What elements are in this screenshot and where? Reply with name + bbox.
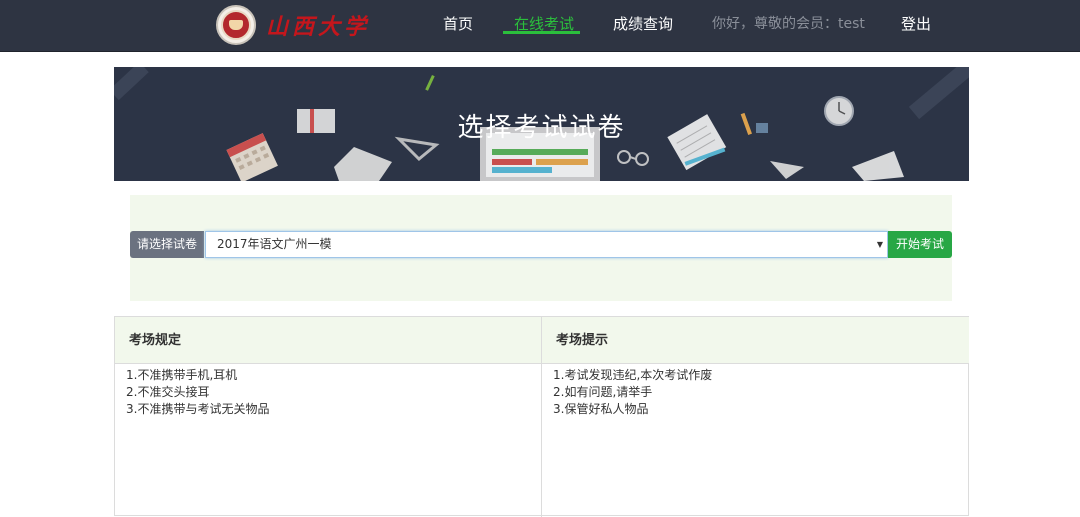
exam-paper-selected-value: 2017年语文广州一模 bbox=[217, 237, 332, 251]
list-item: 3.保管好私人物品 bbox=[553, 402, 649, 416]
list-item: 2.不准交头接耳 bbox=[126, 385, 210, 399]
list-item: 1.考试发现违纪,本次考试作废 bbox=[553, 368, 713, 382]
active-nav-indicator bbox=[503, 31, 580, 34]
exam-tips-title: 考场提示 bbox=[542, 317, 969, 364]
top-navbar: 山西大学 首页 在线考试 成绩查询 你好，尊敬的会员：test 登出 bbox=[0, 0, 1080, 52]
list-item: 3.不准携带与考试无关物品 bbox=[126, 402, 270, 416]
exam-rules-table: 考场规定 1.不准携带手机,耳机 2.不准交头接耳 3.不准携带与考试无关物品 … bbox=[114, 316, 969, 517]
exam-paper-select[interactable]: 2017年语文广州一模 ▼ bbox=[205, 231, 888, 258]
site-logo[interactable]: 山西大学 bbox=[216, 4, 370, 46]
banner: 选择考试试卷 bbox=[114, 67, 969, 181]
exam-select-panel: 请选择试卷 2017年语文广州一模 ▼ 开始考试 bbox=[130, 195, 952, 301]
dropdown-arrow-icon: ▼ bbox=[876, 240, 883, 249]
list-item: 1.不准携带手机,耳机 bbox=[126, 368, 238, 382]
page-title: 选择考试试卷 bbox=[457, 113, 626, 143]
nav-home[interactable]: 首页 bbox=[443, 13, 473, 34]
exam-select-label: 请选择试卷 bbox=[130, 231, 204, 258]
nav-score-query[interactable]: 成绩查询 bbox=[613, 13, 673, 34]
logo-text: 山西大学 bbox=[266, 14, 371, 40]
exam-regulations-column: 考场规定 1.不准携带手机,耳机 2.不准交头接耳 3.不准携带与考试无关物品 bbox=[115, 317, 542, 517]
exam-tips-column: 考场提示 1.考试发现违纪,本次考试作废 2.如有问题,请举手 3.保管好私人物… bbox=[542, 317, 969, 517]
logout-link[interactable]: 登出 bbox=[901, 13, 931, 34]
university-seal-icon bbox=[216, 5, 256, 45]
start-exam-button[interactable]: 开始考试 bbox=[888, 231, 952, 258]
exam-regulations-title: 考场规定 bbox=[115, 317, 541, 364]
list-item: 2.如有问题,请举手 bbox=[553, 385, 653, 399]
user-greeting: 你好，尊敬的会员：test bbox=[712, 16, 865, 32]
